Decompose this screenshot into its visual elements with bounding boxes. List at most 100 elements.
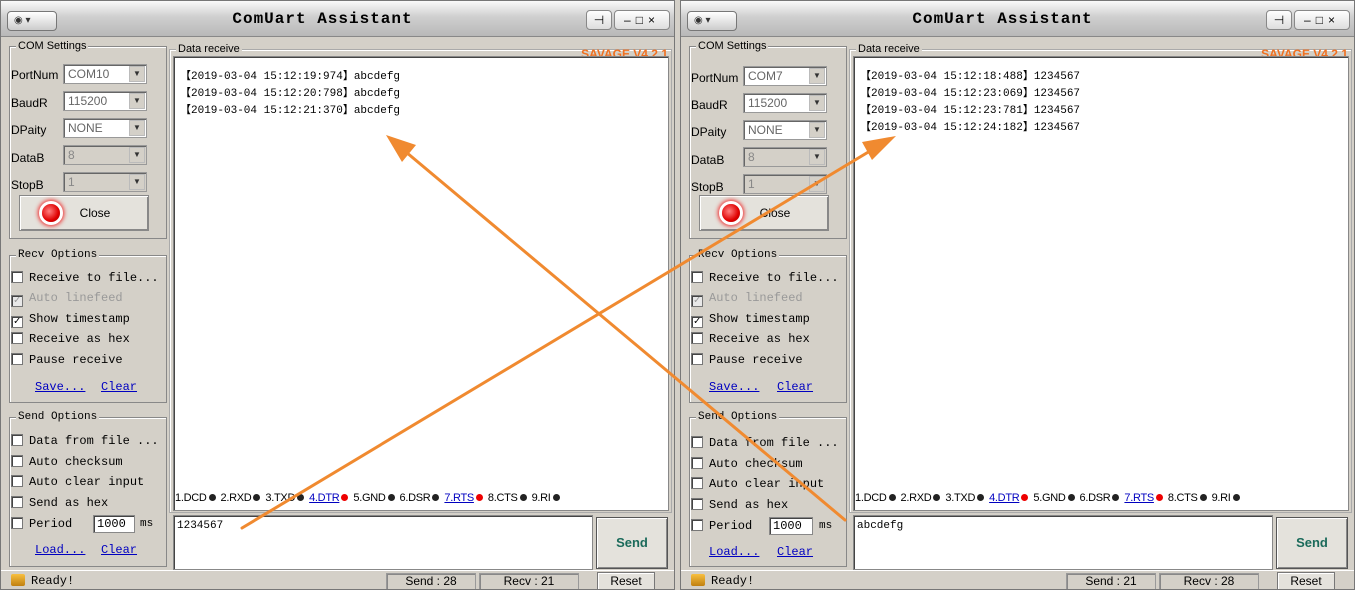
chevron-down-icon[interactable]: ▼ <box>129 147 145 163</box>
chevron-down-icon[interactable]: ▼ <box>809 149 825 165</box>
receive-to-file-checkbox[interactable]: Receive to file... <box>11 271 159 287</box>
checkbox-icon[interactable] <box>691 436 703 448</box>
reset-button[interactable]: Reset <box>1277 572 1335 589</box>
period-input[interactable]: 1000 <box>769 517 813 535</box>
pin-led-icon <box>933 494 941 501</box>
pin-dtr[interactable]: 4.DTR <box>309 492 349 508</box>
checkbox-icon[interactable] <box>11 517 23 529</box>
port-select[interactable]: COM10 ▼ <box>63 64 147 84</box>
pause-receive-checkbox[interactable]: Pause receive <box>11 353 123 369</box>
stopbits-select[interactable]: 1 ▼ <box>63 172 147 192</box>
window-controls[interactable]: –□× <box>1294 10 1350 30</box>
auto-checksum-checkbox[interactable]: Auto checksum <box>11 455 123 471</box>
baud-select[interactable]: 115200 ▼ <box>743 93 827 113</box>
checkmark-icon[interactable]: ✓ <box>691 316 703 328</box>
parity-select[interactable]: NONE ▼ <box>743 120 827 140</box>
pin-rts[interactable]: 7.RTS <box>1124 492 1163 508</box>
pin-txd: 3.TXD <box>945 492 985 508</box>
auto-linefeed-checkbox[interactable]: ✓ Auto linefeed <box>691 291 803 307</box>
checkbox-icon[interactable] <box>691 353 703 365</box>
group-label: Recv Options <box>696 248 780 262</box>
chevron-down-icon[interactable]: ▼ <box>809 95 825 111</box>
pause-receive-checkbox[interactable]: Pause receive <box>691 353 803 369</box>
send-input[interactable]: 1234567 <box>173 515 593 570</box>
send-button[interactable]: Send <box>1276 517 1348 569</box>
recv-clear-link[interactable]: Clear <box>777 380 813 394</box>
period-input[interactable]: 1000 <box>93 515 135 533</box>
auto-linefeed-checkbox[interactable]: ✓ Auto linefeed <box>11 291 123 307</box>
stopbits-select[interactable]: 1 ▼ <box>743 174 827 194</box>
pin-dcd: 1.DCD <box>855 492 896 508</box>
checkbox-icon[interactable] <box>11 455 23 467</box>
save-link[interactable]: Save... <box>35 380 85 394</box>
group-label: COM Settings <box>696 39 769 53</box>
databits-label: DataB <box>11 151 45 165</box>
checkmark-icon[interactable]: ✓ <box>11 295 23 307</box>
reset-button[interactable]: Reset <box>597 572 655 589</box>
chevron-down-icon[interactable]: ▼ <box>129 66 145 82</box>
checkbox-icon[interactable] <box>11 271 23 283</box>
checkbox-icon[interactable] <box>11 332 23 344</box>
checkbox-icon[interactable] <box>691 477 703 489</box>
auto-checksum-checkbox[interactable]: Auto checksum <box>691 457 803 473</box>
window-controls[interactable]: –□× <box>614 10 670 30</box>
chevron-down-icon[interactable]: ▼ <box>809 176 825 192</box>
port-select[interactable]: COM7 ▼ <box>743 66 827 86</box>
receive-as-hex-checkbox[interactable]: Receive as hex <box>11 332 130 348</box>
close-port-button[interactable]: Close <box>19 195 149 231</box>
send-as-hex-checkbox[interactable]: Send as hex <box>11 496 108 512</box>
show-timestamp-checkbox[interactable]: ✓ Show timestamp <box>11 312 130 328</box>
system-menu-button[interactable]: ◉ ▾ <box>687 11 737 31</box>
databits-select[interactable]: 8 ▼ <box>63 145 147 165</box>
pin-icon[interactable]: ⊣ <box>1266 10 1292 30</box>
period-checkbox[interactable]: Period <box>11 517 72 533</box>
data-from-file-checkbox[interactable]: Data from file ... <box>11 434 159 450</box>
title-bar[interactable]: ◉ ▾ ComUart Assistant ⊣ –□× <box>681 1 1354 37</box>
checkbox-icon[interactable] <box>11 434 23 446</box>
parity-select[interactable]: NONE ▼ <box>63 118 147 138</box>
chevron-down-icon[interactable]: ▼ <box>129 93 145 109</box>
databits-select[interactable]: 8 ▼ <box>743 147 827 167</box>
send-clear-link[interactable]: Clear <box>101 543 137 557</box>
chevron-down-icon[interactable]: ▼ <box>809 122 825 138</box>
baud-select[interactable]: 115200 ▼ <box>63 91 147 111</box>
send-button[interactable]: Send <box>596 517 668 569</box>
parity-label: DPaity <box>11 123 47 137</box>
load-link[interactable]: Load... <box>35 543 85 557</box>
chevron-down-icon[interactable]: ▼ <box>809 68 825 84</box>
receive-textarea[interactable]: 【2019-03-04 15:12:18:488】1234567 【2019-0… <box>853 56 1349 511</box>
checkbox-icon[interactable] <box>691 271 703 283</box>
send-input[interactable]: abcdefg <box>853 515 1273 570</box>
receive-as-hex-checkbox[interactable]: Receive as hex <box>691 332 810 348</box>
pin-dtr[interactable]: 4.DTR <box>989 492 1029 508</box>
show-timestamp-checkbox[interactable]: ✓ Show timestamp <box>691 312 810 328</box>
receive-to-file-checkbox[interactable]: Receive to file... <box>691 271 839 287</box>
receive-line: 【2019-03-04 15:12:20:798】abcdefg <box>180 88 401 100</box>
checkbox-icon[interactable] <box>691 332 703 344</box>
pin-rts[interactable]: 7.RTS <box>444 492 483 508</box>
checkbox-icon[interactable] <box>691 457 703 469</box>
pin-icon[interactable]: ⊣ <box>586 10 612 30</box>
checkbox-icon[interactable] <box>691 519 703 531</box>
title-bar[interactable]: ◉ ▾ ComUart Assistant ⊣ –□× <box>1 1 674 37</box>
load-link[interactable]: Load... <box>709 545 759 559</box>
receive-textarea[interactable]: 【2019-03-04 15:12:19:974】abcdefg 【2019-0… <box>173 56 669 511</box>
checkbox-icon[interactable] <box>691 498 703 510</box>
checkbox-icon[interactable] <box>11 353 23 365</box>
chevron-down-icon[interactable]: ▼ <box>129 120 145 136</box>
recv-clear-link[interactable]: Clear <box>101 380 137 394</box>
data-from-file-checkbox[interactable]: Data from file ... <box>691 436 839 452</box>
period-checkbox[interactable]: Period <box>691 519 752 535</box>
send-clear-link[interactable]: Clear <box>777 545 813 559</box>
save-link[interactable]: Save... <box>709 380 759 394</box>
chevron-down-icon[interactable]: ▼ <box>129 174 145 190</box>
checkbox-icon[interactable] <box>11 475 23 487</box>
auto-clear-input-checkbox[interactable]: Auto clear input <box>691 477 824 493</box>
auto-clear-input-checkbox[interactable]: Auto clear input <box>11 475 144 491</box>
checkmark-icon[interactable]: ✓ <box>691 295 703 307</box>
checkmark-icon[interactable]: ✓ <box>11 316 23 328</box>
checkbox-icon[interactable] <box>11 496 23 508</box>
close-port-button[interactable]: Close <box>699 195 829 231</box>
send-as-hex-checkbox[interactable]: Send as hex <box>691 498 788 514</box>
system-menu-button[interactable]: ◉ ▾ <box>7 11 57 31</box>
